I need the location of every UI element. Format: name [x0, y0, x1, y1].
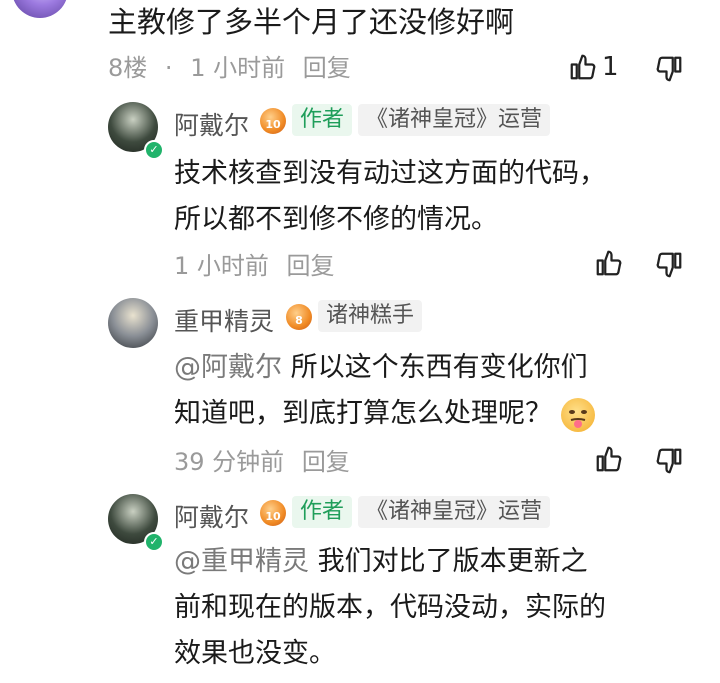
commenter-avatar[interactable]	[12, 0, 68, 18]
comment-time: 1 小时前	[190, 54, 286, 82]
reply-time: 1 小时前	[174, 252, 269, 280]
reply-username[interactable]: 阿戴尔	[174, 498, 249, 534]
reply-username[interactable]: 阿戴尔	[174, 106, 249, 142]
reply-text-line: 前和现在的版本，代码没动，实际的	[174, 592, 606, 623]
reply-text-segment: 我们对比了版本更新之	[317, 546, 588, 577]
floor-number: 8楼	[108, 54, 148, 82]
reply-button[interactable]: 回复	[303, 54, 351, 82]
mention-link[interactable]: @阿戴尔	[174, 352, 282, 383]
reply-meta: 1 小时前 回复	[174, 250, 345, 282]
emoji-face-icon	[560, 397, 595, 432]
thumb-down-icon	[654, 54, 684, 84]
role-tag: 《诸神皇冠》运营	[358, 104, 551, 136]
thumb-up-icon	[594, 444, 624, 474]
reply-meta: 39 分钟前 回复	[174, 446, 360, 478]
mention-link[interactable]: @重甲精灵	[174, 546, 309, 577]
reply-text-line: @阿戴尔 所以这个东西有变化你们	[174, 346, 588, 390]
reply-text-line: @重甲精灵 我们对比了版本更新之	[174, 540, 588, 584]
like-count: 1	[602, 52, 619, 82]
reply-text-line: 技术核查到没有动过这方面的代码，	[174, 158, 606, 189]
like-button[interactable]	[594, 248, 624, 278]
comment-text: 主教修了多半个月了还没修好啊	[108, 5, 515, 39]
like-button[interactable]	[594, 444, 624, 474]
verified-badge-icon: ✓	[144, 532, 164, 552]
thumb-down-icon	[654, 250, 684, 280]
reply-text-line: 所以都不到修不修的情况。	[174, 204, 498, 235]
author-tag: 作者	[292, 104, 353, 136]
role-tag: 诸神糕手	[318, 300, 423, 332]
verified-badge-icon: ✓	[144, 140, 164, 160]
reply-button[interactable]: 回复	[302, 448, 350, 476]
reply-time: 39 分钟前	[174, 448, 285, 476]
reply-text-line: 效果也没变。	[174, 638, 336, 669]
level-badge-icon: 8	[286, 304, 312, 330]
meta-separator: ·	[164, 54, 173, 82]
level-badge-icon: 10	[260, 500, 286, 526]
author-tag: 作者	[292, 496, 353, 528]
thumb-down-icon	[654, 446, 684, 476]
dislike-button[interactable]	[654, 54, 684, 84]
reply-text-line: 知道吧，到底打算怎么处理呢？	[174, 392, 595, 436]
reply-button[interactable]: 回复	[287, 252, 335, 280]
reply-text-segment: 知道吧，到底打算怎么处理呢？	[174, 398, 552, 429]
comment-meta: 8楼 · 1 小时前 回复	[108, 52, 361, 84]
reply-text-segment: 所以这个东西有变化你们	[290, 352, 588, 383]
reply-avatar-zhongjiajingling[interactable]	[108, 298, 158, 348]
reply-username[interactable]: 重甲精灵	[174, 302, 274, 338]
thumb-up-icon	[568, 52, 598, 82]
level-badge-icon: 10	[260, 108, 286, 134]
role-tag: 《诸神皇冠》运营	[358, 496, 551, 528]
thumb-up-icon	[594, 248, 624, 278]
like-button[interactable]	[568, 52, 598, 82]
dislike-button[interactable]	[654, 250, 684, 280]
dislike-button[interactable]	[654, 446, 684, 476]
